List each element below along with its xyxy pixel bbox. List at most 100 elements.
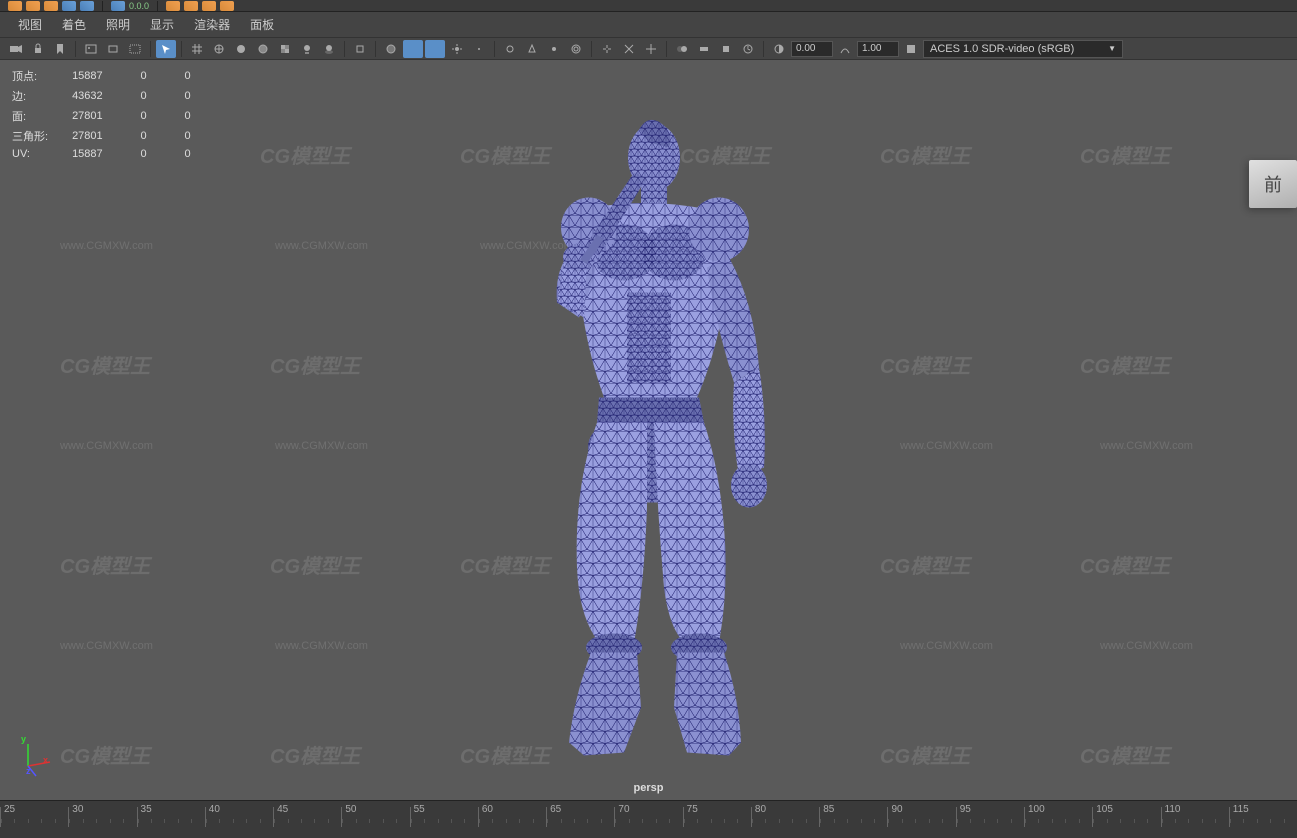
more-icon[interactable] (469, 40, 489, 58)
menu-shading[interactable]: 着色 (52, 12, 96, 37)
xray-icon[interactable] (381, 40, 401, 58)
character-wireframe[interactable] (449, 107, 849, 800)
lock-camera-icon[interactable] (28, 40, 48, 58)
watermark-url: www.CGMXW.com (275, 440, 368, 452)
shelf-icon[interactable] (44, 1, 58, 11)
exposure-icon[interactable] (769, 40, 789, 58)
time-tick[interactable]: 105 (1092, 807, 1160, 827)
time-tick[interactable]: 35 (137, 807, 205, 827)
dot-icon[interactable] (544, 40, 564, 58)
menu-renderer[interactable]: 渲染器 (184, 12, 240, 37)
time-tick[interactable]: 50 (341, 807, 409, 827)
time-tick-label: 25 (4, 804, 15, 815)
viewport[interactable]: 顶点:1588700 边:4363200 面:2780100 三角形:27801… (0, 60, 1297, 800)
watermark-url: www.CGMXW.com (1100, 640, 1193, 652)
shelf-icon[interactable] (26, 1, 40, 11)
isolate-icon[interactable] (350, 40, 370, 58)
time-tick[interactable]: 65 (546, 807, 614, 827)
time-tick[interactable]: 115 (1229, 807, 1297, 827)
shelf-icon[interactable] (62, 1, 76, 11)
xray-joints-icon[interactable] (403, 40, 423, 58)
gate-icon[interactable] (103, 40, 123, 58)
shadows-icon[interactable] (319, 40, 339, 58)
time-ruler[interactable]: 25 303540 45 5055606570 75 8085 90 95 100105110 1… (0, 807, 1297, 827)
time-slider[interactable]: 25 303540 45 5055606570 75 8085 90 95 100105110 1… (0, 800, 1297, 838)
view-cube-face: 前 (1264, 171, 1282, 197)
time-tick[interactable]: 80 (751, 807, 819, 827)
shelf-icon[interactable] (166, 1, 180, 11)
lights-icon[interactable] (297, 40, 317, 58)
color-icon[interactable] (901, 40, 921, 58)
reset-icon[interactable] (738, 40, 758, 58)
menu-lighting[interactable]: 照明 (96, 12, 140, 37)
hud-row-faces: 面:2780100 (12, 106, 215, 126)
time-tick[interactable]: 30 (68, 807, 136, 827)
shelf-icon[interactable] (184, 1, 198, 11)
time-tick[interactable]: 45 (273, 807, 341, 827)
shelf-icon[interactable] (111, 1, 125, 11)
time-tick[interactable]: 55 (410, 807, 478, 827)
colorspace-dropdown[interactable]: ACES 1.0 SDR-video (sRGB) ▼ (923, 40, 1123, 58)
time-tick[interactable]: 40 (205, 807, 273, 827)
ghosting-icon[interactable] (672, 40, 692, 58)
time-tick-label: 75 (687, 804, 698, 815)
gamma-icon[interactable] (835, 40, 855, 58)
select-tool-icon[interactable] (156, 40, 176, 58)
textured-icon[interactable] (275, 40, 295, 58)
smooth-shade-icon[interactable] (231, 40, 251, 58)
snap-icon[interactable] (597, 40, 617, 58)
chevron-down-icon: ▼ (1108, 44, 1116, 53)
time-tick[interactable]: 25 (0, 807, 68, 827)
grid-icon[interactable] (187, 40, 207, 58)
motion-icon[interactable] (694, 40, 714, 58)
film-gate-icon[interactable] (125, 40, 145, 58)
menu-panels[interactable]: 面板 (240, 12, 284, 37)
main-shelf[interactable]: 0.0.0 (0, 0, 1297, 12)
time-tick[interactable]: 110 (1161, 807, 1229, 827)
time-tick-label: 95 (960, 804, 971, 815)
spot-icon[interactable] (522, 40, 542, 58)
time-tick-label: 45 (277, 804, 288, 815)
time-tick[interactable]: 100 (1024, 807, 1092, 827)
axis-gizmo[interactable]: y x z (18, 738, 58, 778)
wire-on-shaded-icon[interactable] (253, 40, 273, 58)
panel-menu-bar: 视图 着色 照明 显示 渲染器 面板 (0, 12, 1297, 38)
time-tick[interactable]: 60 (478, 807, 546, 827)
time-tick[interactable]: 90 (887, 807, 955, 827)
bookmark-icon[interactable] (50, 40, 70, 58)
time-tick[interactable]: 85 (819, 807, 887, 827)
light-icon[interactable] (447, 40, 467, 58)
menu-view[interactable]: 视图 (8, 12, 52, 37)
shelf-icon[interactable] (80, 1, 94, 11)
menu-show[interactable]: 显示 (140, 12, 184, 37)
image-plane-icon[interactable] (81, 40, 101, 58)
wireframe-icon[interactable] (209, 40, 229, 58)
panel-toolbar: ACES 1.0 SDR-video (sRGB) ▼ (0, 38, 1297, 60)
exposure-field[interactable] (791, 41, 833, 57)
separator (102, 1, 103, 11)
pivot-icon[interactable] (619, 40, 639, 58)
xray-comp-icon[interactable] (425, 40, 445, 58)
separator (75, 41, 76, 57)
time-tick-label: 90 (891, 804, 902, 815)
shelf-icon[interactable] (8, 1, 22, 11)
point-light-icon[interactable] (500, 40, 520, 58)
watermark-logo: CG模型王 (1080, 140, 1170, 169)
view-cube[interactable]: 前 (1249, 160, 1297, 208)
ring-icon[interactable] (566, 40, 586, 58)
time-tick[interactable]: 95 (956, 807, 1024, 827)
time-tick[interactable]: 75 (683, 807, 751, 827)
watermark-url: www.CGMXW.com (60, 440, 153, 452)
time-tick-label: 115 (1233, 804, 1249, 815)
shelf-icon[interactable] (220, 1, 234, 11)
watermark-url: www.CGMXW.com (60, 640, 153, 652)
shelf-icon[interactable] (202, 1, 216, 11)
watermark-logo: CG模型王 (880, 140, 970, 169)
time-tick[interactable]: 70 (614, 807, 682, 827)
select-camera-icon[interactable] (6, 40, 26, 58)
axis-z-label: z (26, 766, 31, 776)
move-icon[interactable] (641, 40, 661, 58)
gamma-field[interactable] (857, 41, 899, 57)
deform-icon[interactable] (716, 40, 736, 58)
watermark-logo: CG模型王 (270, 740, 360, 769)
